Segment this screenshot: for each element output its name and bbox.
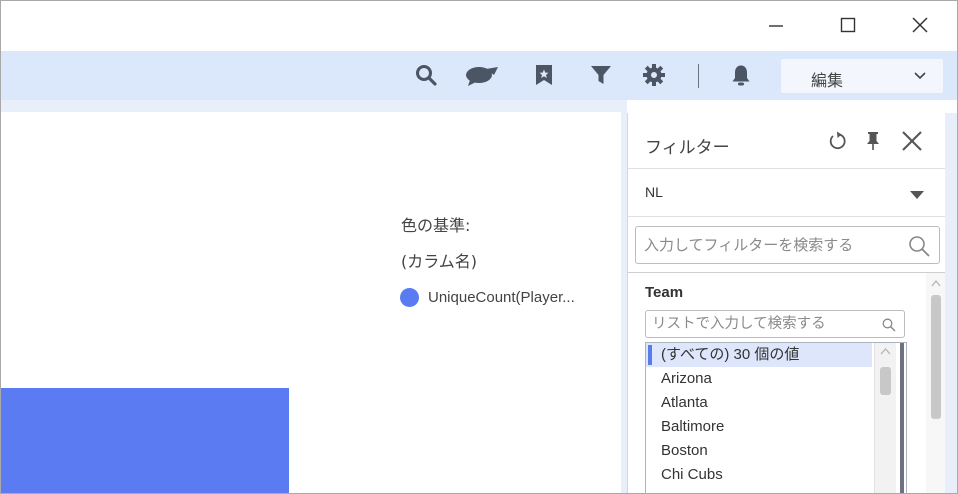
scroll-up-icon: [931, 279, 941, 287]
filter-search-box: [635, 226, 940, 264]
list-item[interactable]: Arizona: [646, 367, 872, 391]
mode-select[interactable]: 編集: [781, 59, 943, 93]
main-area: 色の基準: (カラム名) UniqueCount(Player...: [1, 100, 627, 493]
legend-item[interactable]: UniqueCount(Player...: [400, 288, 575, 307]
filter-panel-scrollbar-thumb[interactable]: [931, 295, 941, 419]
close-icon: [912, 17, 928, 33]
search-button[interactable]: [413, 62, 439, 88]
app-window: 編集 色の基準: (カラム名) UniqueCount(Player... フィ…: [0, 0, 958, 494]
team-list-scrollbar-thumb[interactable]: [880, 367, 891, 395]
legend-item-label: UniqueCount(Player...: [428, 289, 575, 306]
settings-icon: [643, 64, 665, 86]
settings-button[interactable]: [641, 62, 667, 88]
listbox-edge: [900, 343, 904, 493]
filter-panel: フィルター NL Team (すべての) 30 個の値: [627, 113, 946, 493]
filter-panel-title: フィルター: [645, 138, 730, 158]
close-icon: [902, 131, 922, 151]
list-item[interactable]: Chi Cubs: [646, 463, 872, 487]
filter-icon: [591, 66, 611, 84]
notifications-button[interactable]: [728, 62, 754, 88]
filter-scheme-value: NL: [645, 184, 663, 200]
filter-button[interactable]: [588, 62, 614, 88]
list-item-label: Atlanta: [661, 394, 708, 411]
list-item[interactable]: (すべての) 30 個の値: [646, 343, 872, 367]
pin-panel-button[interactable]: [861, 129, 885, 153]
legend-swatch: [400, 288, 419, 307]
filter-search-input[interactable]: [636, 227, 904, 263]
chevron-down-icon: [914, 72, 926, 80]
list-item[interactable]: Boston: [646, 439, 872, 463]
comments-button[interactable]: [463, 62, 501, 88]
mode-select-label: 編集: [811, 71, 844, 90]
filter-panel-scrollbar[interactable]: [926, 273, 946, 493]
bar-mark[interactable]: [1, 388, 289, 493]
close-panel-button[interactable]: [900, 129, 924, 153]
notifications-icon: [732, 65, 750, 86]
list-item[interactable]: Baltimore: [646, 415, 872, 439]
list-item-label: Arizona: [661, 370, 712, 387]
search-icon: [909, 236, 930, 257]
team-list-search-input[interactable]: [646, 311, 878, 337]
maximize-icon: [840, 17, 856, 33]
filter-scheme-select[interactable]: NL: [628, 169, 946, 217]
comments-icon: [466, 67, 498, 86]
team-list-search-box: [645, 310, 905, 338]
team-listbox: (すべての) 30 個の値 Arizona Atlanta Baltimore …: [645, 342, 907, 493]
panel-divider: [628, 272, 946, 273]
reset-filters-button[interactable]: [825, 129, 849, 153]
caret-down-icon: [910, 191, 924, 199]
list-item[interactable]: Atlanta: [646, 391, 872, 415]
scroll-up-icon: [880, 348, 891, 355]
toolbar-separator: [698, 64, 699, 88]
legend-subtitle: (カラム名): [401, 252, 478, 271]
list-item-label: (すべての) 30 個の値: [661, 346, 800, 363]
bookmark-button[interactable]: [531, 62, 557, 88]
search-icon: [416, 65, 437, 86]
legend-title: 色の基準:: [401, 216, 471, 235]
team-list-scrollbar[interactable]: [874, 343, 896, 493]
list-item-label: Baltimore: [661, 418, 725, 435]
window-titlebar: [1, 1, 957, 51]
maximize-button[interactable]: [828, 9, 868, 41]
close-window-button[interactable]: [900, 9, 940, 41]
team-filter-label: Team: [645, 284, 684, 301]
reset-icon: [829, 131, 846, 150]
visualization-canvas: 色の基準: (カラム名) UniqueCount(Player...: [1, 112, 621, 493]
right-gutter: [945, 113, 957, 493]
minimize-button[interactable]: [756, 9, 796, 41]
list-item-label: Boston: [661, 442, 708, 459]
search-icon: [882, 318, 896, 332]
filter-panel-header: フィルター: [628, 113, 946, 169]
pin-icon: [867, 132, 879, 150]
minimize-icon: [769, 25, 783, 27]
bookmark-icon: [536, 65, 552, 85]
list-item-label: Chi Cubs: [661, 466, 723, 483]
